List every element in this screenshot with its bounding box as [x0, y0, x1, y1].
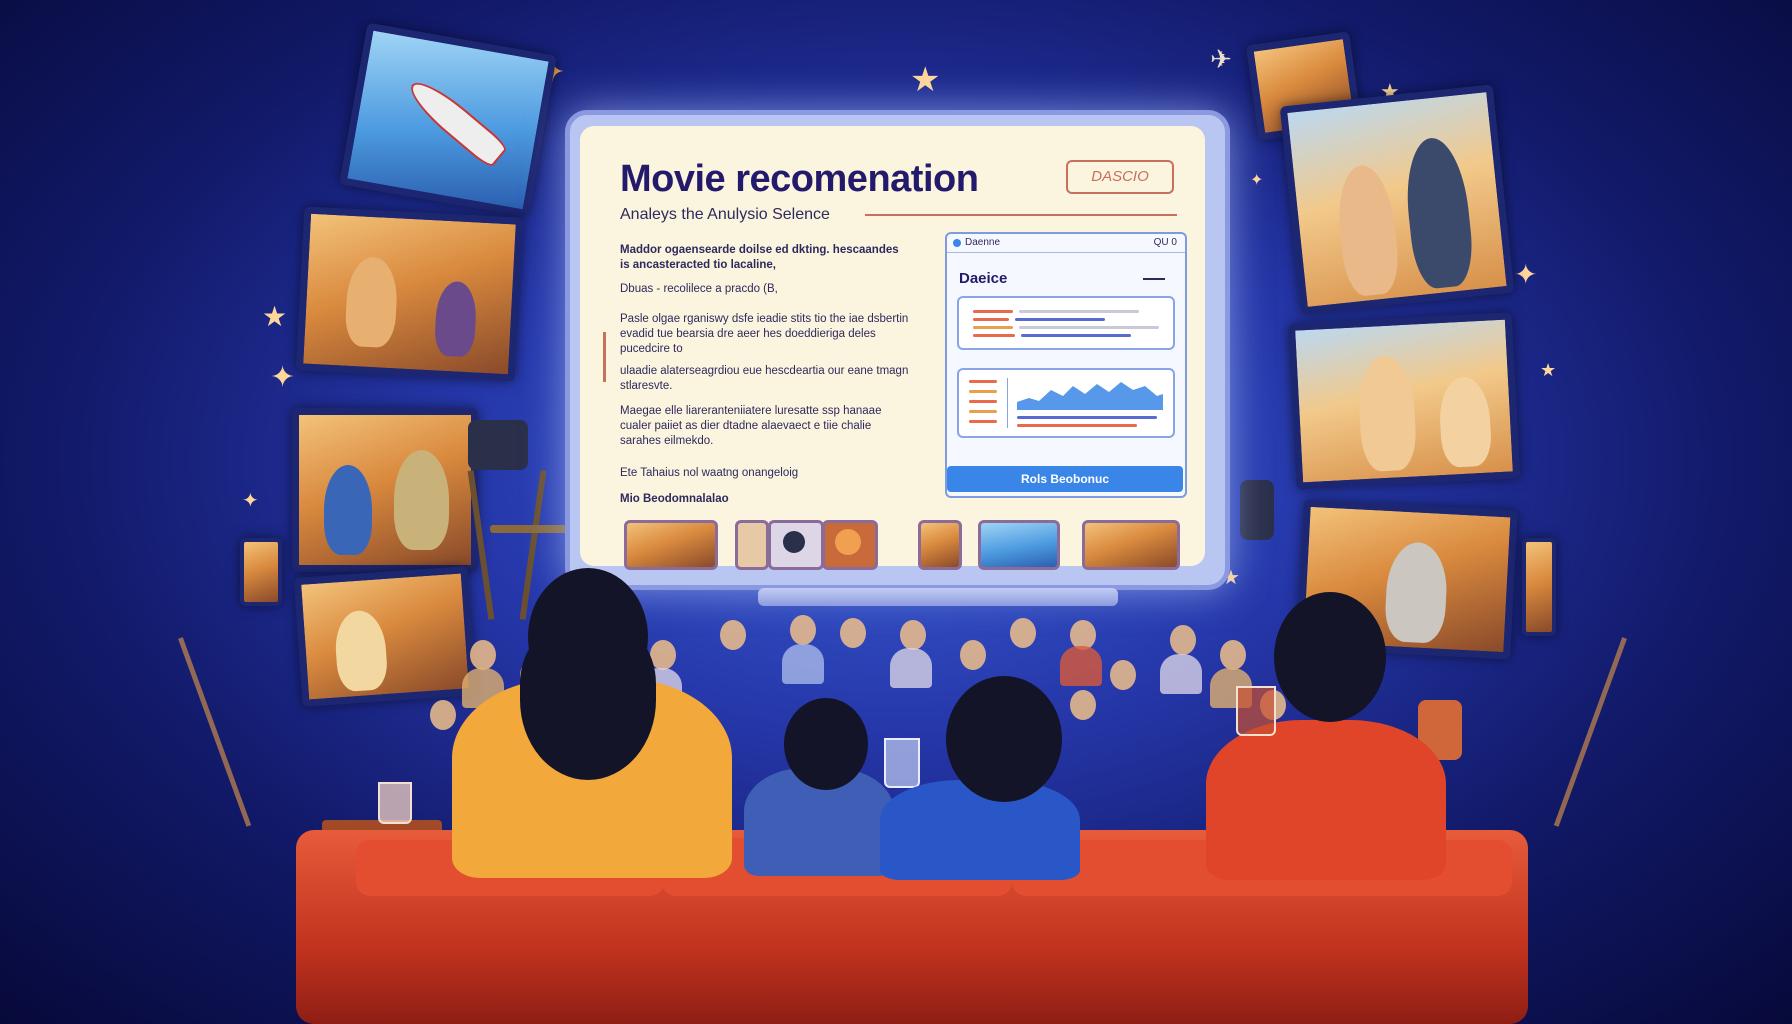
recommend-button[interactable]: Rols Beobonuc [947, 466, 1183, 492]
star-icon: ★ [1540, 360, 1557, 381]
paragraph-body: Maegae elle liareranteniiatere luresatte… [620, 405, 882, 447]
wheat-decoration [178, 613, 317, 827]
star-icon: ★ [262, 300, 288, 333]
person-girl-head [946, 676, 1062, 802]
person-father-head [1274, 592, 1386, 722]
drink-glass [378, 782, 412, 824]
tv-screen-family [295, 206, 524, 382]
thumbnail-tile[interactable] [822, 520, 878, 570]
page-title: Movie recomenation [620, 158, 979, 200]
recommendation-panel: Daenne QU 0 Daeice [945, 232, 1187, 498]
wall-frame [240, 538, 282, 606]
thumbnail-tile[interactable] [1082, 520, 1180, 570]
star-icon: ✦ [1514, 258, 1538, 291]
panel-heading: Daeice [959, 270, 1008, 287]
status-dot-icon [953, 239, 961, 247]
rocket-icon [402, 73, 510, 170]
tv-screen-couple [292, 408, 478, 572]
title-divider [865, 214, 1177, 216]
screen-stand [758, 588, 1118, 606]
tv-screen-couple-right [1279, 84, 1515, 315]
paragraph-note: Dbuas - recolilece a pracdo (B, [620, 283, 778, 295]
star-icon: ✦ [270, 360, 296, 395]
tv-screen-scene [293, 566, 477, 707]
paragraph-body: ulaadie alaterseagrdiou eue hescdeartia … [620, 365, 909, 392]
tv-screen-rocket [339, 22, 557, 218]
paragraph-body: Pasle olgae rganiswy dsfe ieadie stits t… [620, 313, 909, 355]
speaker-icon [1240, 480, 1274, 540]
page-subtitle: Analeys the Anulysio Selence [620, 206, 830, 223]
footer-line: Ete Tahaius nol waatng onangeloig [620, 467, 799, 479]
panel-header-right: QU 0 [1153, 237, 1177, 248]
thumbnail-tile[interactable] [918, 520, 962, 570]
star-icon: ★ [910, 60, 941, 100]
drink-glass [1236, 686, 1276, 736]
thumbnail-tile[interactable] [624, 520, 718, 570]
wall-frame [1522, 538, 1556, 636]
stamp-badge: DASCIO [1066, 160, 1174, 194]
star-icon: ✦ [1250, 170, 1264, 189]
sparkline-chart [1017, 382, 1163, 410]
footer-bold: Mio Beodomnalalao [620, 493, 729, 505]
person-father [1206, 720, 1446, 880]
panel-header: Daenne QU 0 [947, 234, 1185, 253]
plane-icon: ✈ [1210, 45, 1232, 75]
film-camera-icon [468, 420, 528, 470]
star-icon: ✦ [242, 488, 259, 512]
drink-glass [884, 738, 920, 788]
chart-card[interactable] [957, 368, 1175, 438]
panel-heading-rule [1143, 278, 1165, 280]
panel-header-left: Daenne [965, 237, 1001, 248]
paragraph-intro: Maddor ogaensearde doilse ed dkting. hes… [620, 244, 899, 271]
tv-screen-desert [1287, 312, 1521, 490]
person-mother-hair [520, 620, 656, 780]
thumbnail-tile[interactable] [768, 520, 824, 570]
chart-card[interactable] [957, 296, 1175, 350]
quote-marker [603, 332, 606, 382]
thumbnail-tile[interactable] [978, 520, 1060, 570]
person-boy-head [784, 698, 868, 790]
thumbnail-tile[interactable] [735, 520, 769, 570]
